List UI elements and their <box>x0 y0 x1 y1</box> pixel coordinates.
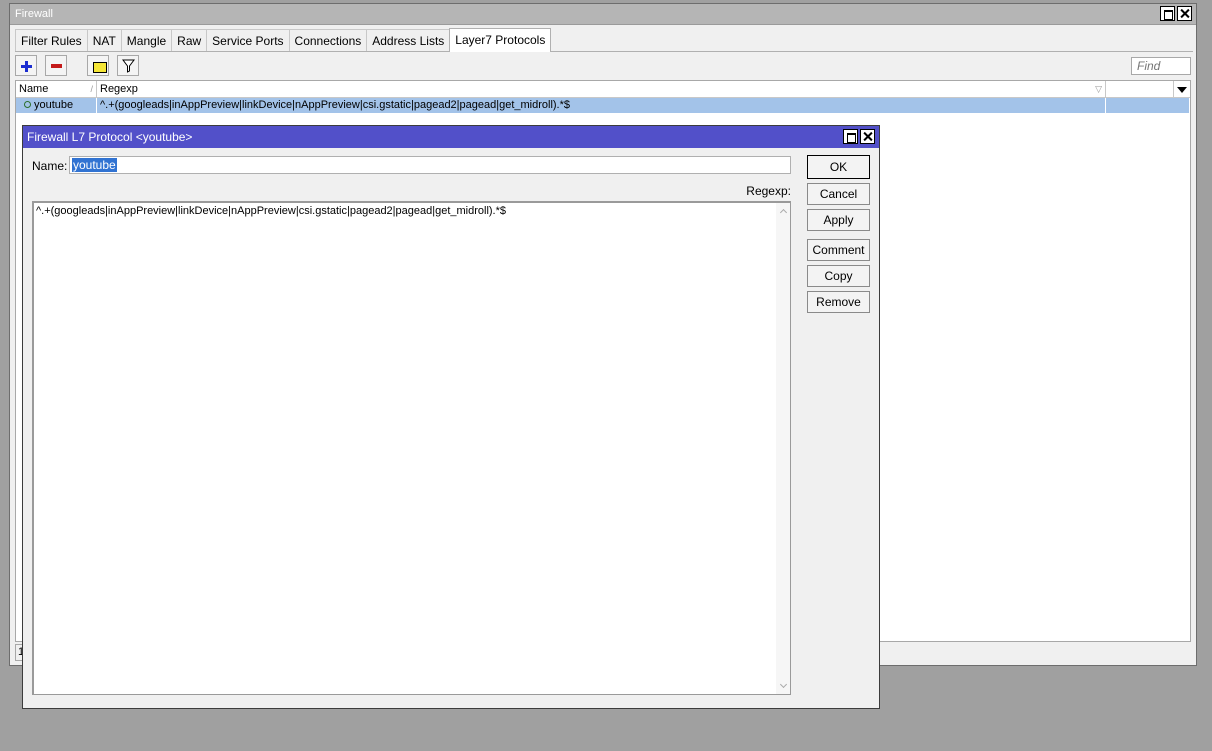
name-label: Name: <box>32 159 68 173</box>
apply-button[interactable]: Apply <box>807 209 870 231</box>
maximize-icon[interactable] <box>843 129 858 144</box>
vertical-scrollbar[interactable] <box>776 203 790 694</box>
tab-filter-rules[interactable]: Filter Rules <box>15 29 88 52</box>
filter-column-icon: ▽ <box>1095 84 1102 94</box>
name-value: youtube <box>72 158 117 172</box>
dialog-title: Firewall L7 Protocol <youtube> <box>27 130 193 144</box>
firewall-title: Firewall <box>15 8 53 20</box>
tab-connections[interactable]: Connections <box>288 29 368 52</box>
copy-button[interactable]: Copy <box>807 265 870 287</box>
tab-divider <box>15 51 1193 52</box>
tab-service-ports[interactable]: Service Ports <box>206 29 290 52</box>
close-icon[interactable] <box>860 129 875 144</box>
tab-raw[interactable]: Raw <box>171 29 208 52</box>
maximize-icon[interactable] <box>1160 6 1175 21</box>
find-input[interactable] <box>1131 57 1191 75</box>
regexp-textarea[interactable]: ^.+(googleads|inAppPreview|linkDevice|nA… <box>32 201 791 695</box>
sort-icon: / <box>90 84 93 94</box>
regexp-label: Regexp: <box>746 184 791 198</box>
firewall-tabs: Filter Rules NAT Mangle Raw Service Port… <box>15 28 552 52</box>
tab-layer7-protocols[interactable]: Layer7 Protocols <box>449 28 552 52</box>
l7-protocol-dialog: Firewall L7 Protocol <youtube> Name: you… <box>22 125 880 709</box>
scroll-up-icon[interactable] <box>779 208 788 217</box>
column-header-name[interactable]: Name / <box>16 81 97 97</box>
remove-button[interactable]: Remove <box>807 291 870 313</box>
tab-address-lists[interactable]: Address Lists <box>366 29 451 52</box>
regexp-value: ^.+(googleads|inAppPreview|linkDevice|nA… <box>36 205 507 217</box>
name-field[interactable]: youtube <box>69 156 791 174</box>
dialog-titlebar[interactable]: Firewall L7 Protocol <youtube> <box>23 126 879 148</box>
toolbar <box>15 55 139 76</box>
dialog-buttons: OK Cancel Apply Comment Copy Remove <box>807 155 870 317</box>
filter-icon[interactable] <box>117 55 139 76</box>
row-regexp-cell: ^.+(googleads|inAppPreview|linkDevice|nA… <box>97 98 1106 113</box>
chevron-down-icon[interactable] <box>1174 81 1190 97</box>
column-header-regexp[interactable]: Regexp ▽ <box>97 81 1106 97</box>
scroll-down-icon[interactable] <box>779 680 788 689</box>
rule-status-icon <box>24 101 31 108</box>
cancel-button[interactable]: Cancel <box>807 183 870 205</box>
plus-icon[interactable] <box>15 55 37 76</box>
table-row[interactable]: youtube ^.+(googleads|inAppPreview|linkD… <box>16 98 1190 113</box>
firewall-titlebar[interactable]: Firewall <box>10 4 1196 25</box>
tab-nat[interactable]: NAT <box>86 29 122 52</box>
minus-icon[interactable] <box>45 55 67 76</box>
row-name-cell: youtube <box>16 98 97 113</box>
comment-icon[interactable] <box>87 55 109 76</box>
column-header-empty <box>1106 81 1174 97</box>
close-icon[interactable] <box>1177 6 1192 21</box>
table-header: Name / Regexp ▽ <box>16 81 1190 98</box>
comment-button[interactable]: Comment <box>807 239 870 261</box>
tab-mangle[interactable]: Mangle <box>120 29 173 52</box>
ok-button[interactable]: OK <box>807 155 870 179</box>
